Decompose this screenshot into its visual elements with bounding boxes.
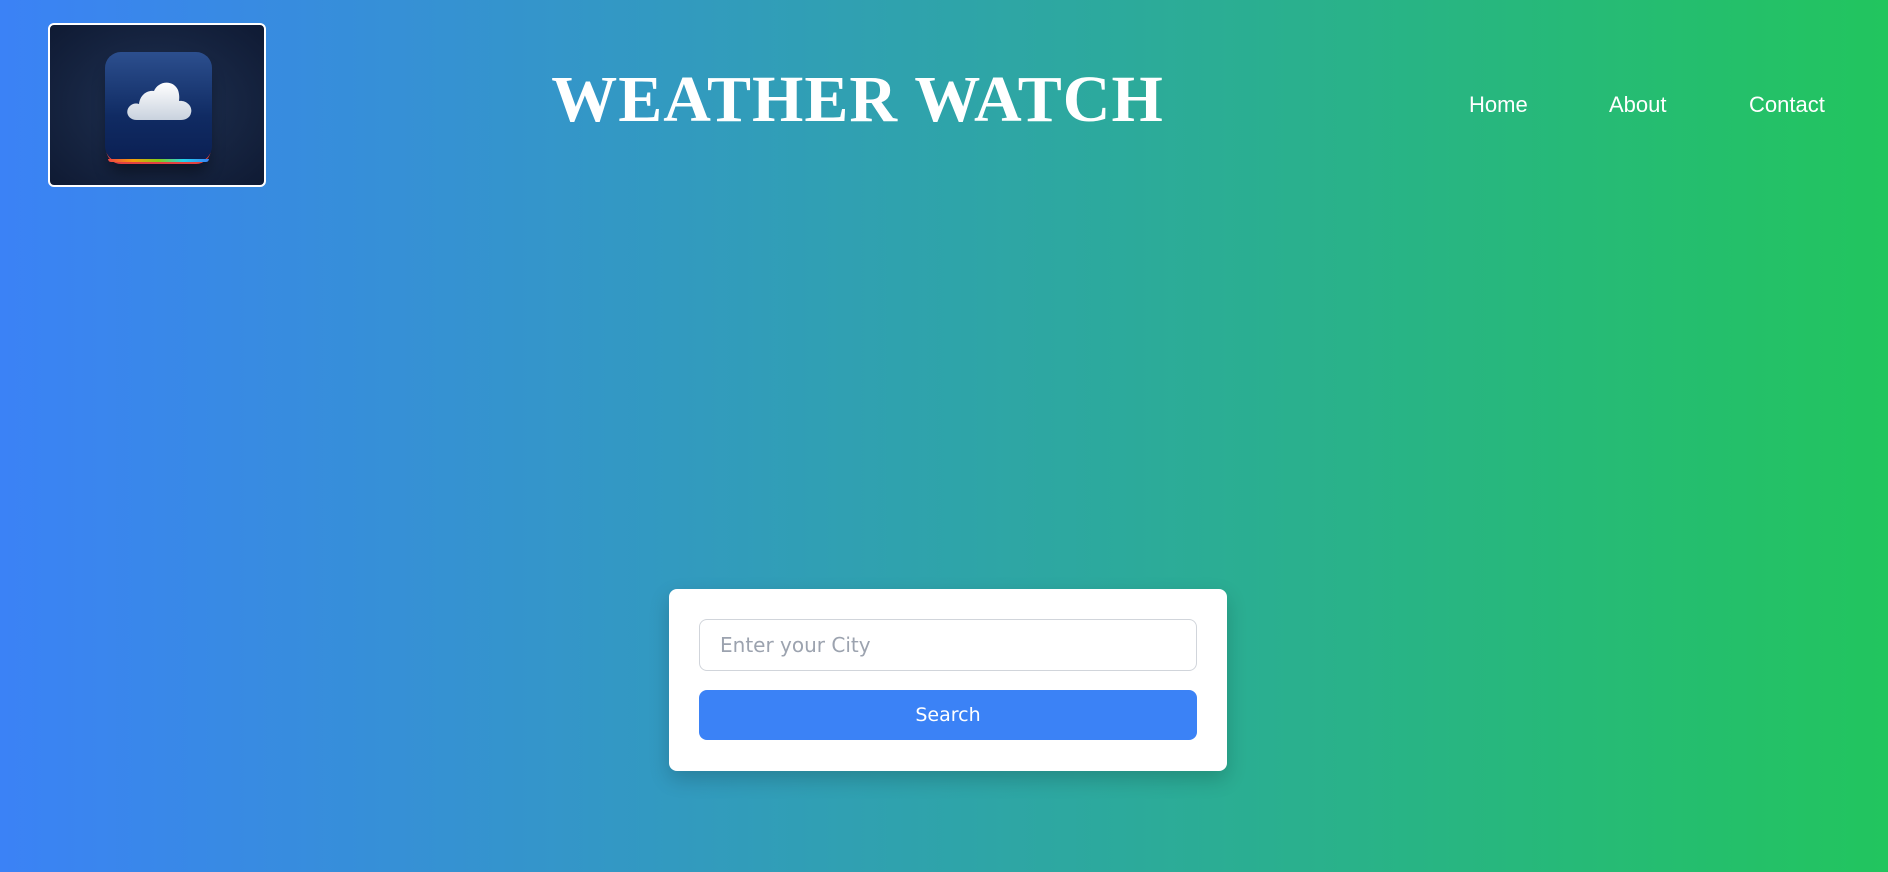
nav-link-about[interactable]: About: [1609, 92, 1667, 118]
nav-link-contact[interactable]: Contact: [1749, 92, 1825, 118]
search-card: Search: [669, 589, 1227, 771]
nav-link-home[interactable]: Home: [1469, 92, 1528, 118]
page-title: WEATHER WATCH: [551, 63, 1164, 136]
search-button[interactable]: Search: [699, 690, 1197, 740]
city-search-input[interactable]: [699, 619, 1197, 671]
